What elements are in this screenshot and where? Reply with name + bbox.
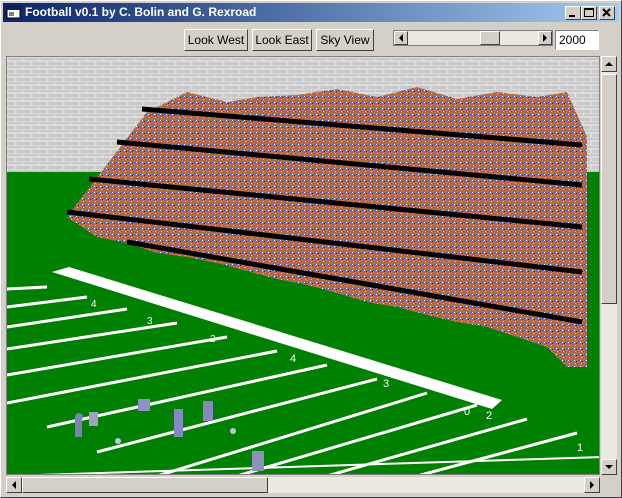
close-button[interactable]	[599, 6, 615, 20]
scroll-right-button[interactable]	[584, 477, 600, 493]
minimize-icon	[569, 15, 575, 17]
sky-view-button[interactable]: Sky View	[316, 29, 374, 51]
vertical-scrollbar[interactable]	[601, 56, 617, 475]
horizontal-scroll-thumb[interactable]	[22, 477, 268, 493]
window-title: Football v0.1 by C. Bolin and G. Rexroad	[25, 5, 257, 19]
stadium-3d-view[interactable]: 4 3 0 2 4 3 2 1	[6, 56, 600, 475]
scroll-down-button[interactable]	[601, 459, 617, 475]
triangle-right-icon	[590, 481, 594, 489]
slider-thumb[interactable]	[479, 31, 500, 45]
triangle-right-icon	[543, 34, 547, 42]
horizontal-scrollbar[interactable]	[6, 477, 600, 493]
look-east-button[interactable]: Look East	[252, 29, 312, 51]
yard-number: 4	[290, 353, 296, 365]
maximize-icon	[584, 8, 594, 17]
yard-number: 0	[464, 406, 470, 418]
app-icon[interactable]	[6, 5, 21, 20]
slider-right-arrow[interactable]	[538, 31, 552, 45]
year-slider[interactable]	[393, 30, 553, 46]
triangle-up-icon	[605, 62, 613, 66]
triangle-left-icon	[12, 481, 16, 489]
scroll-corner	[601, 477, 617, 493]
maximize-button[interactable]	[581, 6, 597, 20]
yard-number: 3	[147, 316, 153, 327]
scroll-up-button[interactable]	[601, 56, 617, 72]
year-field[interactable]: 2000	[555, 30, 599, 50]
yard-number: 2	[210, 334, 216, 345]
triangle-left-icon	[399, 34, 403, 42]
minimize-button[interactable]	[565, 6, 581, 20]
slider-left-arrow[interactable]	[394, 31, 408, 45]
scroll-left-button[interactable]	[6, 477, 22, 493]
yard-number: 4	[91, 299, 97, 310]
triangle-down-icon	[605, 465, 613, 469]
vertical-scroll-thumb[interactable]	[601, 74, 617, 304]
close-icon	[602, 8, 611, 17]
yard-number: 2	[486, 410, 492, 422]
title-bar[interactable]: Football v0.1 by C. Bolin and G. Rexroad	[3, 3, 619, 22]
look-west-button[interactable]: Look West	[184, 29, 248, 51]
stadium-scene: 4 3 0 2 4 3 2 1	[7, 57, 599, 474]
yard-number: 3	[383, 378, 389, 390]
app-window: Football v0.1 by C. Bolin and G. Rexroad…	[0, 0, 622, 498]
yard-number: 1	[577, 442, 583, 454]
